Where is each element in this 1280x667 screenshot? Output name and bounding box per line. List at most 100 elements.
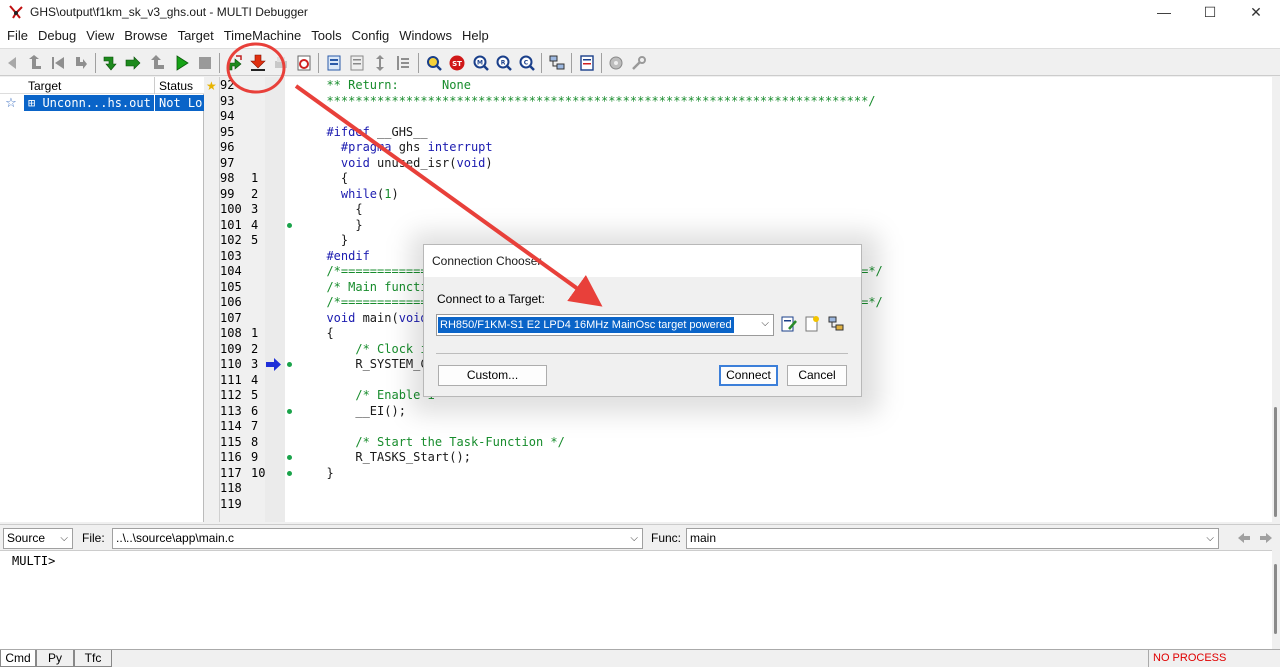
code-line[interactable]: 96 #pragma ghs interrupt	[220, 140, 1272, 156]
download-icon[interactable]	[248, 53, 268, 73]
connect-button[interactable]: Connect	[719, 365, 778, 386]
view-mode-select[interactable]: Source ⌵	[3, 528, 73, 549]
tab-py[interactable]: Py	[36, 650, 74, 667]
target-name-cell[interactable]: ⊞ Unconn...hs.out	[24, 95, 154, 111]
minimize-button[interactable]: —	[1141, 0, 1187, 24]
wrench-icon[interactable]	[629, 53, 649, 73]
stop-sign-icon[interactable]: ST	[447, 53, 467, 73]
menu-timemachine[interactable]: TimeMachine	[219, 24, 307, 48]
breakpoint-site-dot[interactable]	[287, 362, 292, 367]
code-token: #endif	[312, 248, 370, 263]
column-header-target[interactable]: Target	[28, 79, 61, 93]
new-connection-icon[interactable]	[803, 315, 821, 333]
code-line[interactable]: 98 1 {	[220, 171, 1272, 187]
step-back-icon[interactable]	[48, 53, 68, 73]
code-token: ghs	[391, 140, 428, 154]
chevron-down-icon: ⌵	[630, 533, 638, 544]
code-line[interactable]: 101 4 }	[220, 218, 1272, 234]
target-list-row[interactable]: ☆ ⊞ Unconn...hs.out Not Lo	[0, 95, 204, 111]
gear-icon[interactable]	[606, 53, 626, 73]
star-icon[interactable]: ★	[206, 79, 217, 93]
breakpoint-site-dot[interactable]	[287, 408, 292, 414]
code-line[interactable]: 97 void unused_isr(void)	[220, 156, 1272, 172]
menu-browse[interactable]: Browse	[119, 24, 172, 48]
registers-icon[interactable]: R	[494, 53, 514, 73]
breakpoint-site-dot[interactable]	[287, 470, 292, 476]
menu-windows[interactable]: Windows	[394, 24, 457, 48]
return-icon[interactable]	[71, 53, 91, 73]
menu-debug[interactable]: Debug	[33, 24, 81, 48]
browse-icon[interactable]	[324, 53, 344, 73]
star-icon[interactable]: ☆	[2, 95, 20, 111]
statement-count: 4	[251, 217, 259, 232]
cancel-button[interactable]: Cancel	[787, 365, 847, 386]
custom-button[interactable]: Custom...	[438, 365, 547, 386]
memory-icon[interactable]: M	[471, 53, 491, 73]
file-select[interactable]: ..\..\source\app\main.c ⌵	[112, 528, 643, 549]
code-line[interactable]: 95 #ifdef __GHS__	[220, 125, 1272, 141]
line-number: 98	[220, 171, 235, 185]
code-token: interrupt	[427, 140, 493, 154]
connection-organizer-icon[interactable]	[827, 315, 845, 333]
nav-back-icon[interactable]	[1236, 530, 1252, 546]
menu-config[interactable]: Config	[347, 24, 395, 48]
connection-chooser-dialog: Connection Chooser Connect to a Target: …	[423, 244, 862, 397]
code-text: #ifdef __GHS__	[312, 125, 427, 141]
menu-view[interactable]: View	[81, 24, 119, 48]
step-out-icon[interactable]	[148, 53, 168, 73]
tab-cmd[interactable]: Cmd	[0, 650, 36, 667]
up-icon[interactable]	[25, 53, 45, 73]
print-icon[interactable]	[271, 53, 291, 73]
notes-icon[interactable]	[577, 53, 597, 73]
code-line[interactable]: 117 10 }	[220, 466, 1272, 482]
func-select[interactable]: main ⌵	[686, 528, 1219, 549]
breakpoint-site-dot[interactable]	[287, 222, 292, 228]
code-line[interactable]: 99 2 while(1)	[220, 187, 1272, 203]
callstack-icon[interactable]: C	[517, 53, 537, 73]
breakpoint-gutter[interactable]: ★	[204, 77, 220, 522]
statement-count: 4	[251, 372, 259, 387]
code-line[interactable]: 115 8 /* Start the Task-Function */	[220, 435, 1272, 451]
menu-tools[interactable]: Tools	[306, 24, 346, 48]
assembly-icon[interactable]	[393, 53, 413, 73]
column-header-status[interactable]: Status	[159, 79, 193, 93]
breakpoint-site-dot[interactable]	[287, 455, 292, 460]
scrollbar-thumb[interactable]	[1274, 407, 1277, 517]
code-line[interactable]: 100 3 {	[220, 202, 1272, 218]
maximize-button[interactable]: ☐	[1187, 0, 1233, 24]
find-icon[interactable]	[424, 53, 444, 73]
mixed-icon[interactable]	[370, 53, 390, 73]
code-line[interactable]: 114 7	[220, 419, 1272, 435]
run-icon[interactable]	[172, 53, 192, 73]
target-list-icon[interactable]	[547, 53, 567, 73]
target-connection-select[interactable]: RH850/F1KM-S1 E2 LPD4 16MHz MainOsc targ…	[436, 314, 774, 336]
tab-tfc[interactable]: Tfc	[74, 650, 112, 667]
connect-icon[interactable]	[225, 53, 245, 73]
code-line[interactable]: 119	[220, 497, 1272, 513]
close-button[interactable]: ✕	[1233, 0, 1279, 24]
code-line[interactable]: 92 ** Return: None	[220, 78, 1272, 94]
toolbar-separator	[418, 53, 419, 73]
back-icon[interactable]	[2, 53, 22, 73]
code-line[interactable]: 116 9 R_TASKS_Start();	[220, 450, 1272, 466]
code-line[interactable]: 93 *************************************…	[220, 94, 1272, 110]
target-status-cell[interactable]: Not Lo	[155, 95, 204, 111]
source-scrollbar[interactable]	[1272, 77, 1280, 522]
edit-connection-icon[interactable]	[780, 315, 798, 333]
stop-icon[interactable]	[195, 53, 215, 73]
column-divider[interactable]	[154, 77, 155, 94]
command-pane[interactable]: MULTI>	[0, 550, 1272, 649]
code-line[interactable]: 94	[220, 109, 1272, 125]
command-scrollbar[interactable]	[1272, 550, 1280, 649]
menu-file[interactable]: File	[2, 24, 33, 48]
restart-icon[interactable]	[294, 53, 314, 73]
source-icon[interactable]	[347, 53, 367, 73]
scrollbar-thumb[interactable]	[1274, 564, 1277, 634]
step-over-icon[interactable]	[123, 53, 143, 73]
menu-target[interactable]: Target	[173, 24, 219, 48]
menu-help[interactable]: Help	[457, 24, 494, 48]
code-line[interactable]: 118	[220, 481, 1272, 497]
code-text: #pragma ghs interrupt	[312, 140, 493, 156]
step-into-icon[interactable]	[100, 53, 120, 73]
nav-forward-icon[interactable]	[1258, 530, 1274, 546]
